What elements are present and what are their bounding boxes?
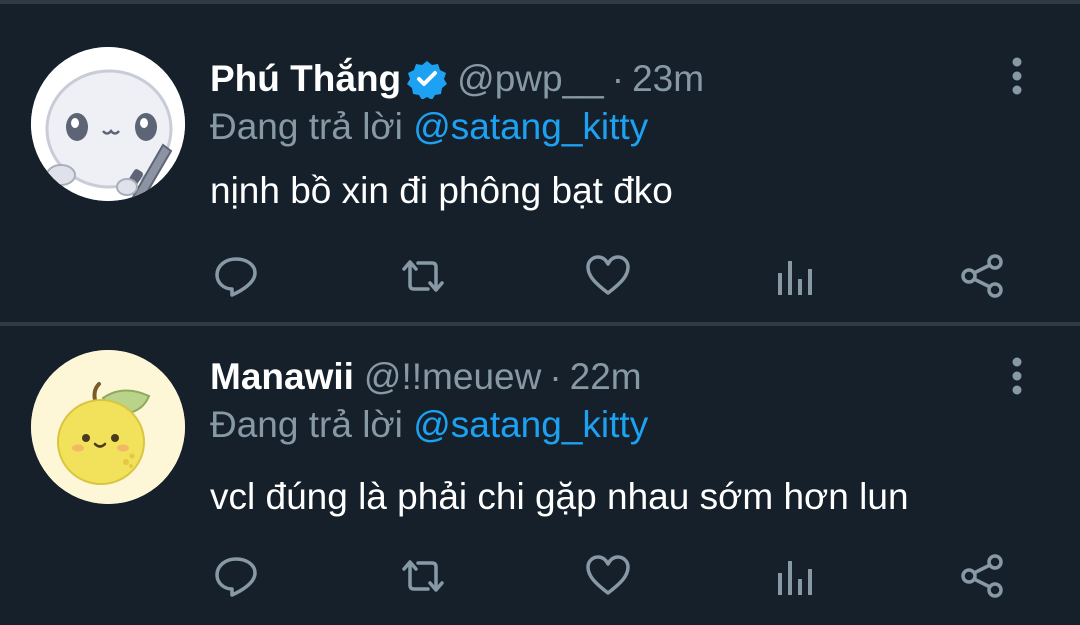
analytics-icon xyxy=(778,561,812,595)
retweet-icon xyxy=(402,560,444,592)
author-handle[interactable]: @!!meuew xyxy=(364,356,541,398)
replying-to: Đang trả lời @satang_kitty xyxy=(210,106,648,148)
reply-icon xyxy=(215,257,257,297)
tweet-text: vcl đúng là phải chi gặp nhau sớm hơn lu… xyxy=(210,476,909,517)
reply-icon xyxy=(215,557,257,597)
reply-button[interactable] xyxy=(211,551,261,601)
tweet-header: Manawii @!!meuew · 22m xyxy=(210,352,642,402)
tweet-time[interactable]: 22m xyxy=(570,356,642,398)
tweet-actions xyxy=(0,551,1080,601)
share-icon xyxy=(961,254,1003,298)
author-handle[interactable]: @pwp__ xyxy=(457,58,604,100)
author-name[interactable]: Manawii xyxy=(210,356,354,398)
reply-mention-link[interactable]: @satang_kitty xyxy=(413,404,648,445)
heart-icon xyxy=(586,255,630,295)
share-button[interactable] xyxy=(957,251,1007,301)
replying-to-label: Đang trả lời xyxy=(210,106,403,147)
analytics-button[interactable] xyxy=(771,251,821,301)
lemon-avatar-icon xyxy=(31,350,185,504)
tweet-time[interactable]: 23m xyxy=(632,58,704,100)
tweet-item[interactable]: Manawii @!!meuew · 22m Đang trả lời @sat… xyxy=(0,326,1080,625)
author-name[interactable]: Phú Thắng xyxy=(210,58,401,100)
heart-icon xyxy=(586,555,630,595)
replying-to: Đang trả lời @satang_kitty xyxy=(210,404,648,446)
analytics-icon xyxy=(778,261,812,295)
share-button[interactable] xyxy=(957,551,1007,601)
retweet-icon xyxy=(402,260,444,292)
avatar[interactable] xyxy=(31,47,185,201)
retweet-button[interactable] xyxy=(398,251,448,301)
separator-dot: · xyxy=(549,356,562,397)
tweet-item[interactable]: Phú Thắng @pwp__ · 23m Đang trả lời @sat… xyxy=(0,4,1080,322)
analytics-button[interactable] xyxy=(771,551,821,601)
like-button[interactable] xyxy=(583,251,633,301)
like-button[interactable] xyxy=(583,551,633,601)
reply-button[interactable] xyxy=(211,251,261,301)
tweet-feed: Phú Thắng @pwp__ · 23m Đang trả lời @sat… xyxy=(0,0,1080,625)
reply-mention-link[interactable]: @satang_kitty xyxy=(413,106,648,147)
tweet-text: nịnh bồ xin đi phông bạt đko xyxy=(210,170,673,211)
more-vertical-icon[interactable] xyxy=(1000,54,1034,98)
tweet-header: Phú Thắng @pwp__ · 23m xyxy=(210,54,704,104)
verified-badge-icon xyxy=(407,59,448,100)
avatar[interactable] xyxy=(31,350,185,504)
more-vertical-icon[interactable] xyxy=(1000,354,1034,398)
tweet-actions xyxy=(0,251,1080,301)
ghost-knife-avatar-icon xyxy=(31,47,185,201)
separator-dot: · xyxy=(611,58,625,99)
replying-to-label: Đang trả lời xyxy=(210,404,403,445)
retweet-button[interactable] xyxy=(398,551,448,601)
share-icon xyxy=(961,554,1003,598)
